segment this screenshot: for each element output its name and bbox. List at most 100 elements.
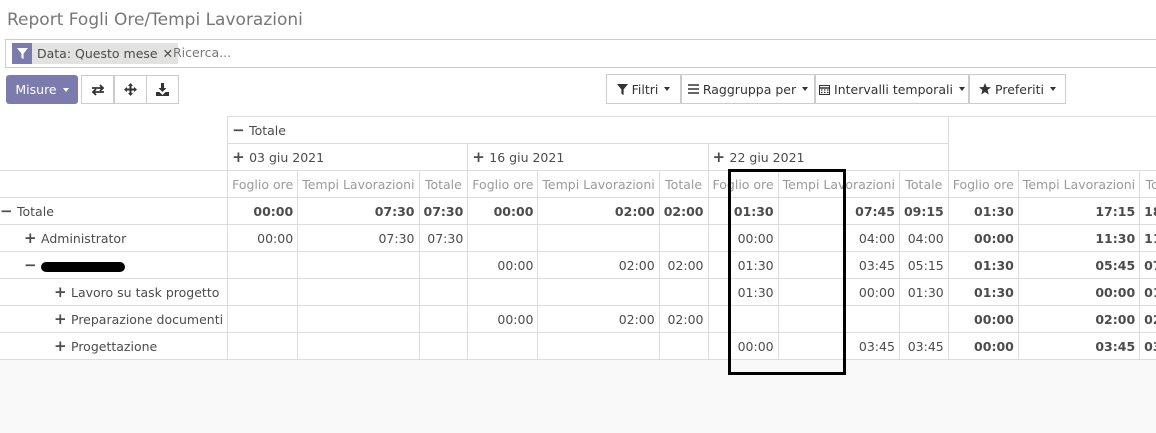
pivot-cell[interactable]: 09:15 (898, 197, 949, 225)
pivot-cell[interactable]: 02:00 (658, 197, 709, 225)
filters-dropdown[interactable]: Filtri (606, 74, 681, 104)
pivot-cell[interactable]: 03:45 (1017, 332, 1141, 360)
pivot-cell[interactable]: 01:30 (707, 278, 779, 306)
caret-down-icon (1049, 87, 1056, 91)
row-header[interactable]: − (0, 251, 229, 279)
facet-content: Data: Questo mese ✕ (32, 43, 179, 64)
pivot-cell[interactable]: 07:15 (1139, 251, 1156, 279)
pivot-cell[interactable]: 01:30 (947, 278, 1019, 306)
pivot-cell[interactable]: 17:15 (1017, 197, 1141, 225)
download-icon (156, 83, 169, 96)
col-header-group[interactable]: + 03 giu 2021 (227, 143, 469, 171)
pivot-row: + Preparazione documenti 00:00 02:00 02:00 00… (0, 305, 1156, 333)
pivot-cell[interactable]: 01:30 (947, 197, 1019, 225)
pivot-cell[interactable]: 00:00 (227, 197, 299, 225)
pivot-cell (537, 332, 660, 360)
row-header[interactable]: + Lavoro su task progetto (0, 278, 229, 306)
groupby-dropdown[interactable]: Raggruppa per (681, 74, 815, 104)
pivot-cell[interactable]: 04:00 (777, 224, 900, 252)
pivot-cell[interactable]: 04:00 (898, 224, 949, 252)
pivot-cell[interactable]: 02:00 (537, 305, 660, 333)
row-header[interactable]: + Progettazione (0, 332, 229, 360)
pivot-cell[interactable]: 00:00 (467, 305, 539, 333)
col-header-total[interactable]: − Totale (227, 116, 949, 144)
col-header-group[interactable]: + 16 giu 2021 (467, 143, 709, 171)
col-header-group[interactable]: + 22 giu 2021 (707, 143, 949, 171)
measure-header[interactable]: Totale (418, 170, 469, 198)
measure-header[interactable]: Totale (898, 170, 949, 198)
pivot-cell[interactable]: 01:30 (707, 251, 779, 279)
pivot-cell[interactable]: 00:00 (467, 197, 539, 225)
row-header[interactable]: + Administrator (0, 224, 229, 252)
pivot-cell[interactable]: 07:45 (777, 197, 900, 225)
pivot-cell[interactable]: 18:45 (1139, 197, 1156, 225)
pivot-cell (467, 278, 539, 306)
pivot-cell[interactable]: 01:30 (1139, 278, 1156, 306)
search-input[interactable] (171, 44, 675, 61)
row-header[interactable]: + Preparazione documenti (0, 305, 229, 333)
minus-icon: − (24, 256, 37, 274)
pivot-cell[interactable]: 02:00 (1139, 305, 1156, 333)
star-icon (979, 83, 992, 95)
pivot-cell[interactable]: 03:45 (777, 332, 900, 360)
pivot-cell[interactable]: 07:30 (418, 197, 469, 225)
row-label: Progettazione (71, 339, 158, 354)
row-label: Preparazione documenti (71, 312, 224, 327)
measure-header[interactable]: Foglio ore (227, 170, 299, 198)
pivot-cell[interactable]: 03:45 (898, 332, 949, 360)
favorites-dropdown[interactable]: Preferiti (969, 74, 1066, 104)
row-header[interactable]: − Totale (0, 197, 229, 225)
pivot-cell[interactable]: 01:30 (947, 251, 1019, 279)
measure-header[interactable]: Foglio ore (707, 170, 779, 198)
pivot-cell[interactable]: 00:00 (947, 224, 1019, 252)
pivot-cell[interactable]: 03:45 (1139, 332, 1156, 360)
pivot-cell[interactable]: 00:00 (707, 332, 779, 360)
pivot-cell[interactable]: 00:00 (1017, 278, 1141, 306)
row-label: Totale (17, 204, 54, 219)
measure-header[interactable]: Tempi Lavorazioni (537, 170, 660, 198)
measure-header[interactable]: Tempi Lavorazioni (297, 170, 420, 198)
caret-down-icon (664, 87, 671, 91)
pivot-cell (777, 305, 900, 333)
expand-all-button[interactable] (114, 75, 147, 104)
measures-button[interactable]: Misure (6, 75, 78, 104)
caret-down-icon (958, 87, 965, 91)
pivot-cell[interactable]: 02:00 (1017, 305, 1141, 333)
pivot-cell[interactable]: 01:30 (898, 278, 949, 306)
measure-header[interactable]: Foglio ore (947, 170, 1019, 198)
pivot-cell[interactable]: 07:30 (418, 224, 469, 252)
bars-icon (687, 84, 699, 94)
measure-header[interactable]: Tempi Lavorazioni (777, 170, 900, 198)
download-button[interactable] (146, 75, 179, 104)
pivot-cell[interactable]: 01:30 (707, 197, 779, 225)
flip-axis-button[interactable] (81, 75, 114, 104)
exchange-icon (91, 83, 104, 96)
time-ranges-dropdown[interactable]: Intervalli temporali (815, 74, 969, 104)
pivot-cell[interactable]: 11:30 (1017, 224, 1141, 252)
pivot-cell[interactable]: 02:00 (658, 305, 709, 333)
pivot-cell[interactable]: 00:00 (227, 224, 299, 252)
pivot-cell[interactable]: 05:15 (898, 251, 949, 279)
measure-header[interactable]: Foglio ore (467, 170, 539, 198)
pivot-cell[interactable]: 07:30 (297, 224, 420, 252)
measure-header[interactable]: Totale (1139, 170, 1156, 198)
pivot-cell[interactable]: 00:00 (947, 305, 1019, 333)
pivot-cell[interactable]: 02:00 (537, 197, 660, 225)
plus-icon: + (232, 148, 245, 166)
pivot-cell[interactable]: 00:00 (947, 332, 1019, 360)
pivot-cell[interactable]: 05:45 (1017, 251, 1141, 279)
pivot-cell[interactable]: 00:00 (467, 251, 539, 279)
pivot-cell[interactable]: 02:00 (658, 251, 709, 279)
pivot-cell (227, 251, 299, 279)
pivot-cell[interactable]: 07:30 (297, 197, 420, 225)
col-group-label: 22 giu 2021 (729, 150, 805, 165)
pivot-cell[interactable]: 11:30 (1139, 224, 1156, 252)
pivot-table: − Totale + 03 giu 2021 + 16 giu 2021 + 2… (0, 116, 1156, 360)
measure-header[interactable]: Totale (658, 170, 709, 198)
pivot-cell[interactable]: 00:00 (777, 278, 900, 306)
pivot-cell[interactable]: 00:00 (707, 224, 779, 252)
measure-header[interactable]: Tempi Lavorazioni (1017, 170, 1141, 198)
pivot-cell[interactable]: 02:00 (537, 251, 660, 279)
pivot-cell[interactable]: 03:45 (777, 251, 900, 279)
search-facet[interactable]: Data: Questo mese ✕ (12, 43, 179, 64)
